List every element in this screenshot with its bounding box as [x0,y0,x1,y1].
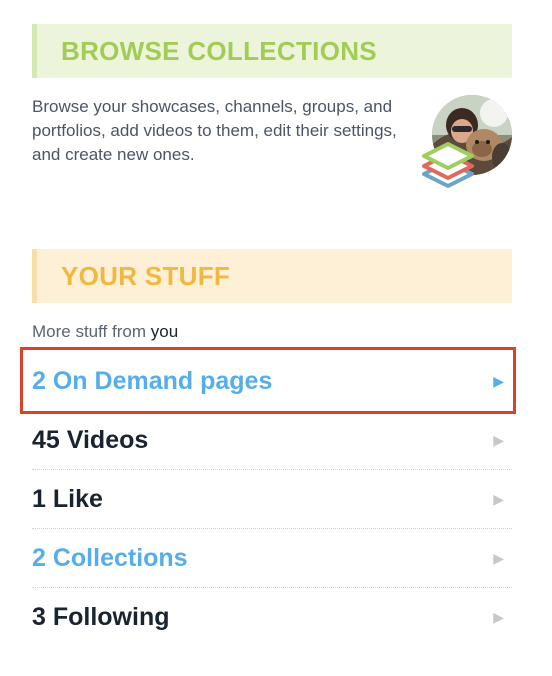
stuff-item-videos[interactable]: 45 Videos ▶ [32,411,512,470]
layers-stack-icon [418,138,478,196]
stuff-item-on-demand-pages[interactable]: 2 On Demand pages ▶ [20,347,516,414]
more-stuff-subtitle: More stuff from you [32,322,178,342]
stuff-item-following[interactable]: 3 Following ▶ [32,588,512,646]
more-stuff-prefix: More stuff from [32,322,146,341]
chevron-right-icon: ▶ [493,549,504,566]
stuff-item-label: 2 On Demand pages [32,366,273,395]
stuff-item-collections[interactable]: 2 Collections ▶ [32,529,512,588]
stuff-item-label: 3 Following [32,602,170,631]
chevron-right-icon: ▶ [493,372,504,389]
your-stuff-header: YOUR STUFF [32,249,512,303]
browse-collections-header: BROWSE COLLECTIONS [32,24,512,78]
chevron-right-icon: ▶ [493,490,504,507]
browse-collections-description: Browse your showcases, channels, groups,… [32,97,397,164]
stuff-item-label: 45 Videos [32,425,149,454]
stuff-item-label: 1 Like [32,484,103,513]
chevron-right-icon: ▶ [493,608,504,625]
stuff-item-likes[interactable]: 1 Like ▶ [32,470,512,529]
your-stuff-list: 2 On Demand pages ▶ 45 Videos ▶ 1 Like ▶… [20,347,516,646]
chevron-right-icon: ▶ [493,431,504,448]
your-stuff-title: YOUR STUFF [61,260,231,291]
more-stuff-user: you [150,322,179,341]
browse-collections-title: BROWSE COLLECTIONS [61,35,377,66]
stuff-item-label: 2 Collections [32,543,188,572]
